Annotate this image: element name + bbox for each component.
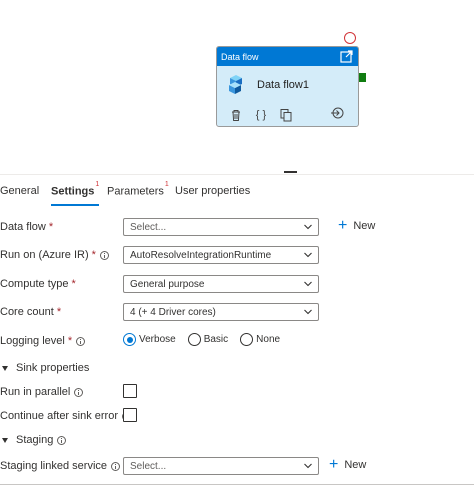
tab-settings[interactable]: Settings1 [51, 181, 100, 206]
logging-level-label: Logging level * [0, 335, 86, 347]
plus-icon: + [338, 217, 348, 234]
dataflow-icon [229, 75, 242, 94]
compute-type-label: Compute type * [0, 278, 76, 290]
new-data-flow-button[interactable]: + New [338, 217, 375, 234]
new-staging-linked-service-button[interactable]: + New [329, 456, 366, 473]
run-on-select[interactable]: AutoResolveIntegrationRuntime [123, 246, 319, 264]
logging-level-basic-radio[interactable]: Basic [187, 333, 228, 346]
info-icon[interactable] [57, 435, 67, 445]
caret-down-icon [2, 437, 8, 443]
compute-type-select[interactable]: General purpose [123, 275, 319, 293]
code-icon[interactable]: { } [254, 108, 268, 122]
validation-status-icon [344, 32, 356, 44]
data-flow-select[interactable]: Select... [123, 218, 319, 236]
info-icon[interactable] [99, 250, 109, 260]
staging-linked-service-label: Staging linked service [0, 460, 121, 472]
staging-section-toggle[interactable]: Staging [2, 434, 67, 446]
chevron-down-icon [304, 309, 312, 315]
core-count-label: Core count * [0, 306, 62, 318]
run-in-parallel-label: Run in parallel [0, 386, 84, 398]
data-flow-label: Data flow * [0, 221, 54, 233]
logging-level-none-radio[interactable]: None [240, 333, 280, 346]
dataflow-activity-card[interactable]: Data flow Data flow1 { } [216, 46, 359, 127]
run-on-label: Run on (Azure IR) * [0, 249, 109, 261]
copy-icon[interactable] [279, 108, 293, 122]
activity-name: Data flow1 [257, 79, 309, 91]
tab-parameters-badge: 1 [164, 181, 169, 188]
continue-after-sink-error-label: Continue after sink error [0, 410, 131, 422]
staging-linked-service-select[interactable]: Select... [123, 457, 319, 475]
pane-resize-handle[interactable] [284, 171, 297, 173]
tab-parameters[interactable]: Parameters1 [107, 181, 169, 198]
run-in-parallel-checkbox[interactable] [123, 384, 137, 398]
activity-type-label: Data flow [221, 51, 259, 62]
properties-tabs: General Settings1 Parameters1 User prope… [0, 174, 474, 206]
info-icon[interactable] [74, 387, 84, 397]
sink-properties-section-toggle[interactable]: Sink properties [2, 362, 89, 374]
caret-down-icon [2, 365, 8, 371]
activity-header: Data flow [217, 47, 358, 66]
core-count-select[interactable]: 4 (+ 4 Driver cores) [123, 303, 319, 321]
tab-settings-badge: 1 [95, 181, 100, 188]
chevron-down-icon [304, 463, 312, 469]
chevron-down-icon [304, 252, 312, 258]
continue-after-sink-error-checkbox[interactable] [123, 408, 137, 422]
tab-user-properties[interactable]: User properties [175, 185, 250, 197]
tab-general[interactable]: General [0, 185, 39, 197]
chevron-down-icon [304, 281, 312, 287]
plus-icon: + [329, 456, 339, 473]
connect-icon[interactable] [330, 106, 344, 120]
chevron-down-icon [304, 224, 312, 230]
logging-level-verbose-radio[interactable]: Verbose [123, 333, 176, 346]
open-icon[interactable] [340, 50, 353, 63]
success-output-port[interactable] [359, 73, 366, 82]
delete-icon[interactable] [229, 108, 243, 122]
logging-level-radio-group: Verbose Basic None [123, 333, 292, 346]
info-icon[interactable] [76, 336, 86, 346]
divider [0, 484, 474, 485]
info-icon[interactable] [111, 461, 121, 471]
